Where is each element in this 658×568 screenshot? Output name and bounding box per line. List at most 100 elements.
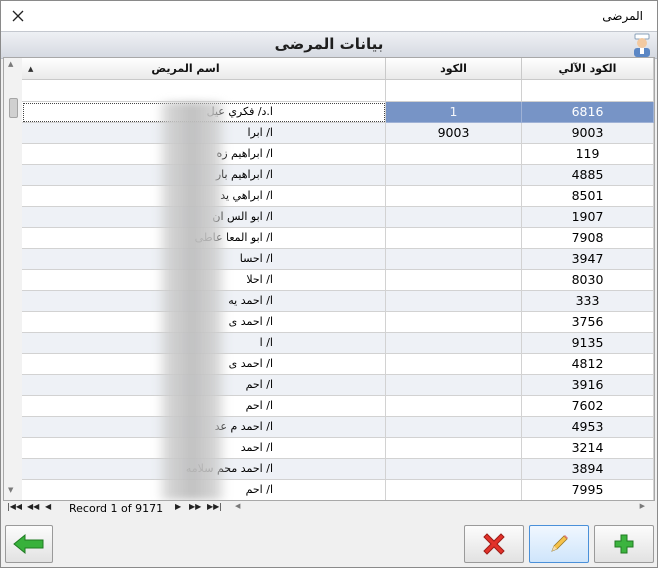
cell-auto-code[interactable]: 9135 bbox=[522, 333, 654, 354]
cell-patient-name[interactable]: ا/ احم bbox=[22, 480, 386, 500]
scroll-right-icon[interactable]: ▶ bbox=[640, 502, 645, 510]
cell-auto-code[interactable]: 333 bbox=[522, 291, 654, 312]
next-record-icon[interactable]: ▶ bbox=[175, 502, 181, 511]
patients-grid[interactable]: ▲ ▼ ▲ اسم المريض الكود الكود الآلي ا.د/ … bbox=[3, 57, 655, 501]
cell-patient-name[interactable]: ا/ ا bbox=[22, 333, 386, 354]
table-row[interactable]: ا/ احمد 3214 bbox=[22, 438, 654, 459]
table-row[interactable]: ا/ ابو المعا عاطى 7908 bbox=[22, 228, 654, 249]
cell-auto-code[interactable]: 3947 bbox=[522, 249, 654, 270]
cell-patient-name[interactable]: ا/ ابو المعا عاطى bbox=[22, 228, 386, 249]
next-page-icon[interactable]: ▶▶ bbox=[189, 502, 201, 511]
table-row[interactable]: ا/ احلا 8030 bbox=[22, 270, 654, 291]
cell-auto-code[interactable]: 3214 bbox=[522, 438, 654, 459]
cell-code[interactable] bbox=[386, 165, 522, 186]
table-row[interactable]: ا/ ابو الس ان 1907 bbox=[22, 207, 654, 228]
cell-code[interactable] bbox=[386, 228, 522, 249]
column-header-auto-code[interactable]: الكود الآلي bbox=[522, 58, 654, 80]
first-record-icon[interactable]: |◀◀ bbox=[7, 502, 22, 511]
edit-button[interactable] bbox=[529, 525, 589, 563]
cell-patient-name[interactable]: ا/ ابراهيم بار bbox=[22, 165, 386, 186]
cell-auto-code[interactable]: 4953 bbox=[522, 417, 654, 438]
cell-patient-name[interactable]: ا/ احمد ى bbox=[22, 354, 386, 375]
cell-code[interactable] bbox=[386, 291, 522, 312]
filter-auto-code[interactable] bbox=[522, 80, 654, 102]
cell-code[interactable] bbox=[386, 459, 522, 480]
table-row[interactable]: ا/ ابراهيم زه 119 bbox=[22, 144, 654, 165]
prev-record-icon[interactable]: ◀ bbox=[45, 502, 51, 511]
table-row[interactable]: ا/ احم 3916 bbox=[22, 375, 654, 396]
cell-code[interactable] bbox=[386, 270, 522, 291]
scroll-down-icon[interactable]: ▼ bbox=[8, 486, 13, 494]
cell-code[interactable] bbox=[386, 186, 522, 207]
close-button[interactable] bbox=[7, 5, 29, 27]
cell-auto-code[interactable]: 9003 bbox=[522, 123, 654, 144]
cell-code[interactable] bbox=[386, 144, 522, 165]
cell-auto-code[interactable]: 119 bbox=[522, 144, 654, 165]
last-record-icon[interactable]: ▶▶| bbox=[207, 502, 222, 511]
cell-code[interactable] bbox=[386, 333, 522, 354]
cell-patient-name[interactable]: ا/ ابراهيم زه bbox=[22, 144, 386, 165]
back-button[interactable] bbox=[5, 525, 53, 563]
cell-patient-name[interactable]: ا/ ابرا bbox=[22, 123, 386, 144]
cell-code[interactable] bbox=[386, 396, 522, 417]
cell-patient-name[interactable]: ا/ احمد يه bbox=[22, 291, 386, 312]
cell-patient-name[interactable]: ا/ احمد ى bbox=[22, 312, 386, 333]
table-row[interactable]: ا/ ابراهي يد 8501 bbox=[22, 186, 654, 207]
table-row[interactable]: ا/ احمد محم سلامه 3894 bbox=[22, 459, 654, 480]
cell-auto-code[interactable]: 7908 bbox=[522, 228, 654, 249]
cell-auto-code[interactable]: 8501 bbox=[522, 186, 654, 207]
table-row[interactable]: ا/ ابراهيم بار 4885 bbox=[22, 165, 654, 186]
cell-code[interactable] bbox=[386, 249, 522, 270]
cell-code[interactable] bbox=[386, 354, 522, 375]
table-row[interactable]: ا/ احمد ى 3756 bbox=[22, 312, 654, 333]
cell-code[interactable] bbox=[386, 480, 522, 500]
column-header-code[interactable]: الكود bbox=[386, 58, 522, 80]
table-row[interactable]: ا/ ابرا 9003 9003 bbox=[22, 123, 654, 144]
cell-code[interactable] bbox=[386, 312, 522, 333]
cell-auto-code[interactable]: 7995 bbox=[522, 480, 654, 500]
cell-code[interactable] bbox=[386, 417, 522, 438]
cell-auto-code[interactable]: 6816 bbox=[522, 102, 654, 123]
cell-auto-code[interactable]: 8030 bbox=[522, 270, 654, 291]
table-row[interactable]: ا/ ا 9135 bbox=[22, 333, 654, 354]
cell-auto-code[interactable]: 3894 bbox=[522, 459, 654, 480]
cell-patient-name[interactable]: ا/ احمد م عد bbox=[22, 417, 386, 438]
table-row[interactable]: ا/ احمد م عد 4953 bbox=[22, 417, 654, 438]
cell-patient-name[interactable]: ا/ احمد محم سلامه bbox=[22, 459, 386, 480]
cell-code[interactable] bbox=[386, 375, 522, 396]
column-header-name[interactable]: ▲ اسم المريض bbox=[22, 58, 386, 80]
horizontal-scrollbar[interactable]: ◀ ▶ bbox=[235, 502, 645, 513]
cell-patient-name[interactable]: ا/ ابراهي يد bbox=[22, 186, 386, 207]
cell-auto-code[interactable]: 4885 bbox=[522, 165, 654, 186]
cell-code[interactable] bbox=[386, 207, 522, 228]
table-row[interactable]: ا/ احم 7602 bbox=[22, 396, 654, 417]
cell-patient-name[interactable]: ا/ احمد bbox=[22, 438, 386, 459]
table-row[interactable]: ا/ احم 7995 bbox=[22, 480, 654, 500]
table-row[interactable]: ا/ احسا 3947 bbox=[22, 249, 654, 270]
scroll-thumb[interactable] bbox=[9, 98, 18, 118]
cell-auto-code[interactable]: 7602 bbox=[522, 396, 654, 417]
cell-patient-name[interactable]: ا.د/ فكري عيل bbox=[22, 102, 386, 123]
cell-auto-code[interactable]: 3756 bbox=[522, 312, 654, 333]
cell-patient-name[interactable]: ا/ احم bbox=[22, 396, 386, 417]
filter-name[interactable] bbox=[22, 80, 386, 102]
cell-code[interactable]: 1 bbox=[386, 102, 522, 123]
cell-patient-name[interactable]: ا/ احسا bbox=[22, 249, 386, 270]
cell-code[interactable]: 9003 bbox=[386, 123, 522, 144]
cell-auto-code[interactable]: 3916 bbox=[522, 375, 654, 396]
vertical-scrollbar[interactable]: ▲ ▼ bbox=[4, 58, 23, 500]
cell-code[interactable] bbox=[386, 438, 522, 459]
filter-code[interactable] bbox=[386, 80, 522, 102]
table-row[interactable]: ا/ احمد يه 333 bbox=[22, 291, 654, 312]
scroll-left-icon[interactable]: ◀ bbox=[235, 502, 240, 510]
add-button[interactable] bbox=[594, 525, 654, 563]
table-row[interactable]: ا.د/ فكري عيل 1 6816 bbox=[22, 102, 654, 123]
cell-auto-code[interactable]: 1907 bbox=[522, 207, 654, 228]
cell-auto-code[interactable]: 4812 bbox=[522, 354, 654, 375]
scroll-up-icon[interactable]: ▲ bbox=[8, 60, 13, 68]
cell-patient-name[interactable]: ا/ ابو الس ان bbox=[22, 207, 386, 228]
cell-patient-name[interactable]: ا/ احلا bbox=[22, 270, 386, 291]
cell-patient-name[interactable]: ا/ احم bbox=[22, 375, 386, 396]
delete-button[interactable] bbox=[464, 525, 524, 563]
table-row[interactable]: ا/ احمد ى 4812 bbox=[22, 354, 654, 375]
